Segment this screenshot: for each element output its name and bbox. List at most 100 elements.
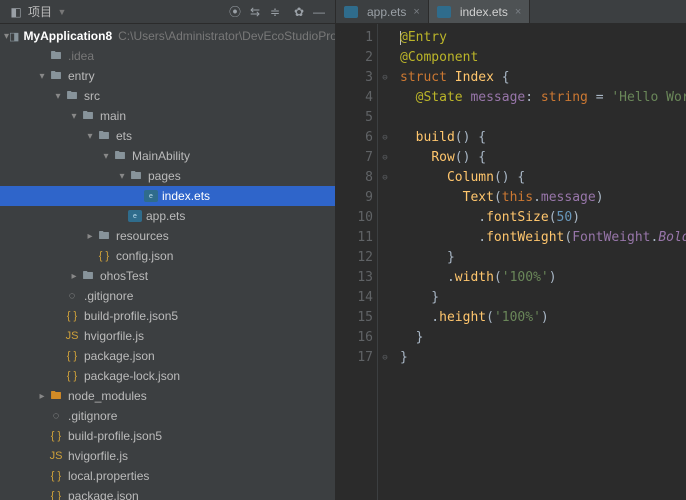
line-number[interactable]: 9 [336, 188, 373, 208]
line-number[interactable]: 8 [336, 168, 373, 188]
tree-item-package-lock-json[interactable]: ▸{ }package-lock.json [0, 366, 335, 386]
line-gutter[interactable]: 1234567891011121314151617 [336, 24, 378, 500]
fold-marker[interactable]: ⊖ [378, 148, 392, 168]
code-line[interactable]: build() { [400, 128, 686, 148]
tree-root[interactable]: ▾ ◨ MyApplication8 C:\Users\Administrato… [0, 26, 335, 46]
line-number[interactable]: 12 [336, 248, 373, 268]
line-number[interactable]: 6 [336, 128, 373, 148]
code-line[interactable]: Text(this.message) [400, 188, 686, 208]
tab-index-ets[interactable]: index.ets× [429, 0, 530, 23]
hide-icon[interactable]: — [309, 2, 329, 22]
chevron-right-icon[interactable]: ▸ [84, 231, 96, 242]
tree-item-entry[interactable]: ▾🖿entry [0, 66, 335, 86]
code-line[interactable]: .width('100%') [400, 268, 686, 288]
line-number[interactable]: 11 [336, 228, 373, 248]
project-dropdown-icon[interactable]: ◧ [6, 2, 26, 22]
line-number[interactable]: 5 [336, 108, 373, 128]
code-line[interactable]: @Entry [400, 28, 686, 48]
tab-app-ets[interactable]: app.ets× [336, 0, 429, 23]
code-line[interactable]: @State message: string = 'Hello World' [400, 88, 686, 108]
tree-item--idea[interactable]: ▸🖿.idea [0, 46, 335, 66]
chevron-right-icon[interactable]: ▸ [68, 271, 80, 282]
chevron-down-icon[interactable]: ▾ [116, 171, 128, 182]
tree-item-index-ets[interactable]: ▸eindex.ets [0, 186, 335, 206]
select-file-icon[interactable]: ⇆ [245, 2, 265, 22]
code-line[interactable]: } [400, 328, 686, 348]
tree-item-local-properties[interactable]: ▸{ }local.properties [0, 466, 335, 486]
code-area[interactable]: @Entry@Componentstruct Index { @State me… [392, 24, 686, 500]
gear-icon[interactable]: ✿ [289, 2, 309, 22]
tree-item-package-json[interactable]: ▸{ }package.json [0, 346, 335, 366]
fold-marker [378, 88, 392, 108]
line-number[interactable]: 17 [336, 348, 373, 368]
tree-item-resources[interactable]: ▸🖿resources [0, 226, 335, 246]
folder-icon: 🖿 [128, 168, 144, 184]
line-number[interactable]: 3 [336, 68, 373, 88]
code-line[interactable]: Row() { [400, 148, 686, 168]
collapse-icon[interactable]: ≑ [265, 2, 285, 22]
tree-item-label: app.ets [146, 209, 185, 223]
tree-item-config-json[interactable]: ▸{ }config.json [0, 246, 335, 266]
target-icon[interactable]: ⦿ [225, 2, 245, 22]
ets-icon: e [144, 190, 158, 202]
line-number[interactable]: 10 [336, 208, 373, 228]
tree-item-ohostest[interactable]: ▸🖿ohosTest [0, 266, 335, 286]
code-line[interactable] [400, 108, 686, 128]
chevron-down-icon[interactable]: ▾ [36, 71, 48, 82]
tree-item-ets[interactable]: ▾🖿ets [0, 126, 335, 146]
code-line[interactable]: } [400, 348, 686, 368]
tree-item--gitignore[interactable]: ▸◌.gitignore [0, 286, 335, 306]
tree-item-hvigorfile-js[interactable]: ▸JShvigorfile.js [0, 326, 335, 346]
line-number[interactable]: 15 [336, 308, 373, 328]
tree-item-label: .idea [68, 49, 94, 63]
line-number[interactable]: 16 [336, 328, 373, 348]
tree-item-package-json[interactable]: ▸{ }package.json [0, 486, 335, 500]
json-icon: { } [64, 368, 80, 384]
fold-gutter[interactable]: ⊖⊖⊖⊖⊖ [378, 24, 392, 500]
line-number[interactable]: 2 [336, 48, 373, 68]
line-number[interactable]: 7 [336, 148, 373, 168]
ets-icon: e [128, 210, 142, 222]
chevron-down-icon[interactable]: ▾ [100, 151, 112, 162]
tree-item-label: ohosTest [100, 269, 148, 283]
close-icon[interactable]: × [515, 6, 521, 18]
json-icon: { } [48, 488, 64, 500]
fold-marker[interactable]: ⊖ [378, 68, 392, 88]
code-line[interactable]: .height('100%') [400, 308, 686, 328]
tree-item-node-modules[interactable]: ▸🖿node_modules [0, 386, 335, 406]
folder-icon: 🖿 [48, 68, 64, 84]
tree-item-label: pages [148, 169, 181, 183]
chevron-down-icon[interactable]: ▼ [52, 2, 72, 22]
tree-item-app-ets[interactable]: ▸eapp.ets [0, 206, 335, 226]
line-number[interactable]: 4 [336, 88, 373, 108]
json-icon: { } [96, 248, 112, 264]
tree-item-label: .gitignore [68, 409, 117, 423]
tree-item--gitignore[interactable]: ▸◌.gitignore [0, 406, 335, 426]
close-icon[interactable]: × [413, 6, 419, 18]
code-line[interactable]: struct Index { [400, 68, 686, 88]
chevron-down-icon[interactable]: ▾ [52, 91, 64, 102]
tree-item-hvigorfile-js[interactable]: ▸JShvigorfile.js [0, 446, 335, 466]
tree-item-src[interactable]: ▾🖿src [0, 86, 335, 106]
chevron-down-icon[interactable]: ▾ [68, 111, 80, 122]
code-line[interactable]: .fontSize(50) [400, 208, 686, 228]
tree-item-build-profile-json5[interactable]: ▸{ }build-profile.json5 [0, 306, 335, 326]
code-line[interactable]: @Component [400, 48, 686, 68]
line-number[interactable]: 14 [336, 288, 373, 308]
tree-item-main[interactable]: ▾🖿main [0, 106, 335, 126]
chevron-down-icon[interactable]: ▾ [84, 131, 96, 142]
tree-item-build-profile-json5[interactable]: ▸{ }build-profile.json5 [0, 426, 335, 446]
code-line[interactable]: Column() { [400, 168, 686, 188]
project-icon: ◨ [9, 28, 19, 44]
fold-marker[interactable]: ⊖ [378, 348, 392, 368]
chevron-right-icon[interactable]: ▸ [36, 391, 48, 402]
line-number[interactable]: 1 [336, 28, 373, 48]
fold-marker[interactable]: ⊖ [378, 168, 392, 188]
code-line[interactable]: } [400, 288, 686, 308]
tree-item-pages[interactable]: ▾🖿 pages [0, 166, 335, 186]
fold-marker[interactable]: ⊖ [378, 128, 392, 148]
line-number[interactable]: 13 [336, 268, 373, 288]
code-line[interactable]: } [400, 248, 686, 268]
code-line[interactable]: .fontWeight(FontWeight.Bold) [400, 228, 686, 248]
tree-item-mainability[interactable]: ▾🖿MainAbility [0, 146, 335, 166]
